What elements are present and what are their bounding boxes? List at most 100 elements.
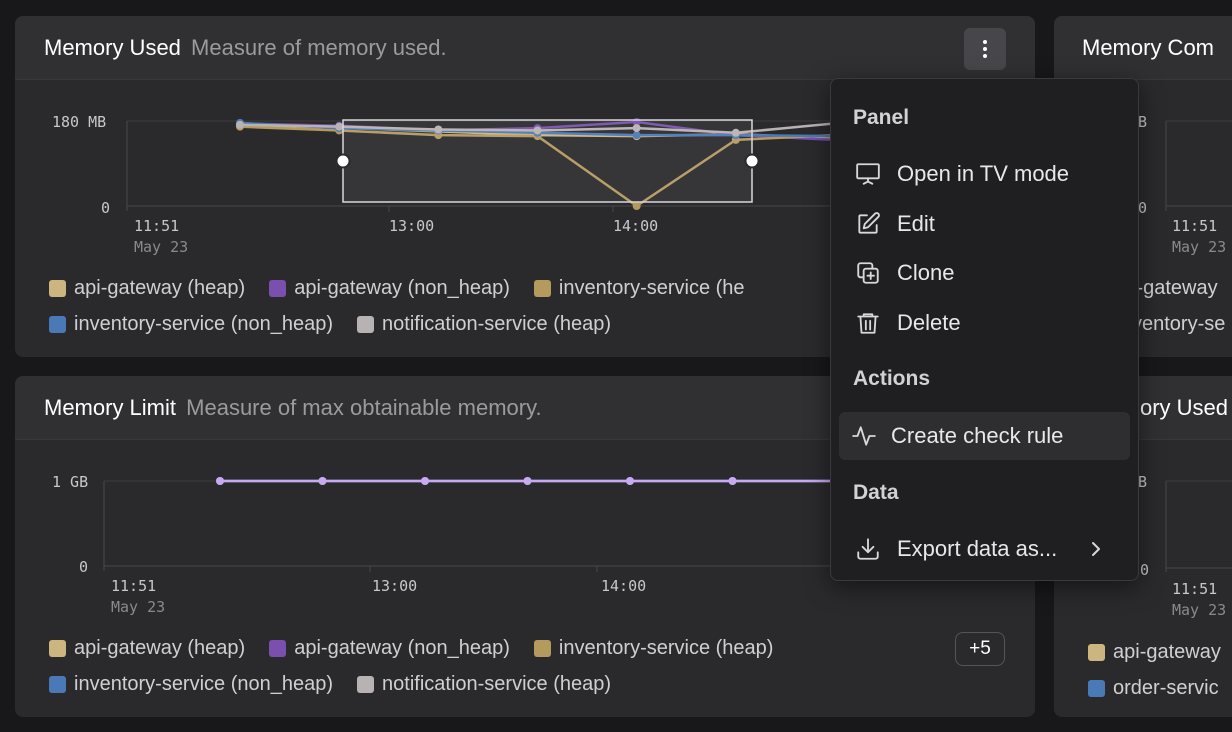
x-tick-label: 11:51 [134,217,179,235]
menu-section-actions: Actions [853,367,931,390]
menu-section-panel: Panel [853,106,910,129]
series-point [335,122,344,131]
legend-label: notification-service (heap) [382,312,612,335]
menu-item-label: Open in TV mode [897,161,1070,186]
chevron-right-icon [1086,537,1106,567]
x-tick-date: May 23 [1172,238,1226,256]
series-point [421,477,429,485]
x-tick-label: 14:00 [613,217,658,235]
selection-region[interactable] [342,119,753,203]
download-icon [853,534,883,564]
y-tick-label: 0 [1138,199,1147,217]
legend-label: inventory-service (non_heap) [74,312,334,335]
x-tick-label: 14:00 [601,577,646,595]
series-point [216,477,224,485]
chart-legend: i-gateway ventory-se [1132,270,1225,342]
legend-item[interactable]: api-gateway (heap) [49,277,245,300]
menu-item-label: Clone [897,260,955,285]
x-tick-label: 11:51 [1172,580,1217,598]
clone-icon [853,258,883,288]
legend-swatch [269,639,287,657]
legend-item[interactable]: api-gateway (non_heap) [269,277,510,300]
legend-row: order-servic [1088,670,1232,706]
series-point [236,120,244,129]
chart-legend: api-gateway (heap) api-gateway (non_heap… [49,630,797,702]
legend-label: api-gateway (heap) [74,276,246,299]
legend-item[interactable]: api-gateway (non_heap) [269,637,510,660]
panel-context-menu: Panel Open in TV mode Edit Clone Delete … [830,78,1139,581]
trash-icon [853,308,883,338]
selection-handle-left[interactable] [335,153,351,169]
menu-item-export-data[interactable]: Export data as... [839,525,1130,573]
legend-label: api-gateway (non_heap) [294,276,510,299]
legend-row: i-gateway [1132,270,1225,306]
legend-item[interactable]: notification-service (heap) [357,313,611,336]
more-legend-button[interactable]: +5 [955,632,1005,666]
legend-label: api-gateway (non_heap) [294,636,510,659]
legend-item[interactable]: inventory-service (he [533,276,745,300]
legend-swatch [533,639,551,657]
y-tick-label: 180 MB [52,113,106,131]
legend-swatch [533,279,551,297]
legend-label: order-servic [1113,676,1219,699]
presentation-icon [853,159,883,189]
series-point [632,202,641,210]
legend-swatch [357,675,375,693]
series-point [728,477,737,485]
legend-swatch [49,675,66,693]
legend-item[interactable]: inventory-service (non_heap) [49,313,333,336]
menu-item-clone[interactable]: Clone [839,249,1130,297]
legend-item[interactable]: notification-service (heap) [357,673,611,696]
x-tick-label: 13:00 [389,217,434,235]
menu-item-open-tv-mode[interactable]: Open in TV mode [839,150,1130,198]
menu-item-label: Create check rule [891,423,1064,448]
legend-label: inventory-service (heap) [558,636,774,659]
legend-swatch [49,279,66,297]
legend-row: inventory-service (non_heap) notificatio… [49,306,769,342]
legend-swatch [1088,643,1105,661]
menu-item-label: Delete [897,310,961,335]
x-tick-label: 13:00 [372,577,417,595]
x-tick-label: 11:51 [1172,217,1217,235]
menu-item-label: Export data as... [897,536,1058,561]
legend-item[interactable]: order-servic [1088,677,1219,700]
chart-legend: api-gateway (heap) api-gateway (non_heap… [49,270,769,342]
x-tick-date: May 23 [1172,601,1226,619]
legend-row: inventory-service (non_heap) notificatio… [49,666,797,702]
x-tick-date: May 23 [134,238,188,256]
x-tick-label: 11:51 [111,577,156,595]
legend-row: api-gateway (heap) api-gateway (non_heap… [49,270,769,306]
series-group [216,477,839,485]
y-tick-label: B [1138,473,1147,491]
legend-item[interactable]: api-gateway [1088,641,1221,664]
legend-label[interactable]: ventory-se [1132,313,1225,336]
selection-handle-right[interactable] [744,153,760,169]
legend-label: inventory-service (he [558,276,745,299]
legend-swatch [1088,679,1105,697]
y-tick-label: 0 [79,558,88,576]
legend-swatch [269,279,287,297]
chart-legend: api-gateway order-servic [1088,634,1232,706]
menu-item-edit[interactable]: Edit [839,200,1130,248]
legend-swatch [49,315,66,333]
legend-row: api-gateway [1088,634,1232,670]
legend-item[interactable]: inventory-service (heap) [533,636,774,660]
legend-item[interactable]: api-gateway (heap) [49,637,245,660]
legend-label: api-gateway (heap) [74,636,246,659]
menu-item-label: Edit [897,211,935,236]
series-point [318,477,327,485]
y-tick-label: B [1138,113,1147,131]
menu-item-delete[interactable]: Delete [839,299,1130,347]
legend-item[interactable]: inventory-service (non_heap) [49,673,333,696]
legend-swatch [357,315,375,333]
menu-item-create-check-rule[interactable]: Create check rule [839,412,1130,460]
legend-label: inventory-service (non_heap) [74,672,334,695]
legend-row: api-gateway (heap) api-gateway (non_heap… [49,630,797,666]
legend-label: api-gateway [1113,640,1221,663]
activity-icon [849,421,879,451]
series-point [626,477,634,485]
legend-row: ventory-se [1132,306,1225,342]
series-point [523,477,532,485]
legend-label[interactable]: i-gateway [1132,277,1218,300]
legend-label: notification-service (heap) [382,672,612,695]
